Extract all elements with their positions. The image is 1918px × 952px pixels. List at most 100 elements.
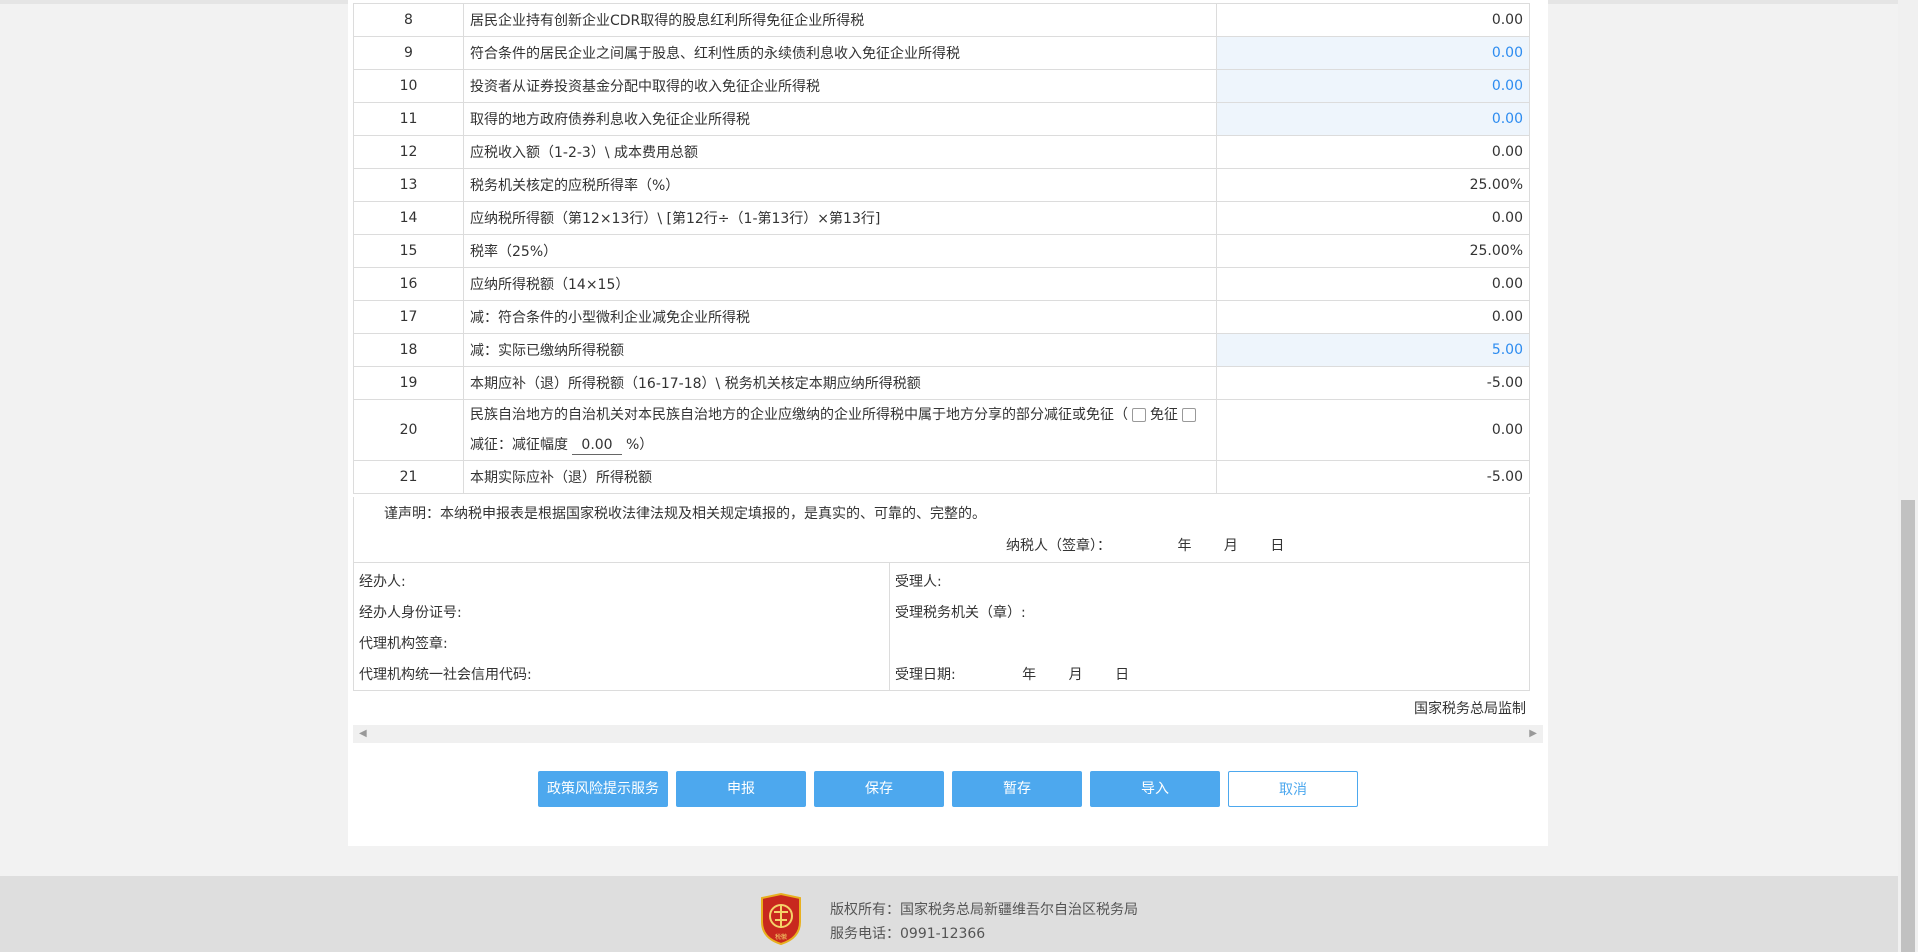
tax-office-label: 受理税务机关（章）: (895, 605, 1026, 621)
reduce-rate-label: 减征：减征幅度 (470, 437, 568, 453)
signature-block: 经办人: 经办人身份证号: 代理机构签章: 代理机构统一社会信用代码: 受理人:… (353, 562, 1530, 691)
row-item: 本期应补（退）所得税额（16-17-18）\ 税务机关核定本期应纳所得税额 (463, 366, 1217, 400)
table-row: 9 符合条件的居民企业之间属于股息、红利性质的永续债利息收入免征企业所得税 0.00 (353, 36, 1530, 70)
row-value: 0.00 (1216, 201, 1530, 235)
table-row: 18 减：实际已缴纳所得税额 5.00 (353, 333, 1530, 367)
row-number: 10 (353, 69, 464, 103)
emblem-text: 税徽 (775, 933, 787, 941)
accept-year: 年 (1022, 667, 1037, 683)
reduce-rate-suffix: %） (626, 437, 654, 453)
row-item: 减：符合条件的小型微利企业减免企业所得税 (463, 300, 1217, 334)
service-phone: 服务电话：0991-12366 (830, 926, 986, 942)
table-row: 13 税务机关核定的应税所得率（%） 25.00% (353, 168, 1530, 202)
row-value: 25.00% (1216, 234, 1530, 268)
accept-date-label: 受理日期: (895, 667, 956, 683)
scroll-left-icon[interactable]: ◀ (359, 728, 367, 739)
taxpayer-sign-label: 纳税人（签章）： (1006, 538, 1111, 554)
agency-code-label: 代理机构统一社会信用代码: (359, 667, 532, 683)
declare-button[interactable]: 申报 (676, 771, 806, 807)
agency-seal-label: 代理机构签章: (359, 636, 448, 652)
temp-save-button[interactable]: 暂存 (952, 771, 1082, 807)
scroll-right-icon[interactable]: ▶ (1529, 728, 1537, 739)
copyright-text: 版权所有：国家税务总局新疆维吾尔自治区税务局 (830, 902, 1138, 918)
exempt-checkbox[interactable] (1182, 408, 1196, 422)
import-button[interactable]: 导入 (1090, 771, 1220, 807)
handler-id-label: 经办人身份证号: (359, 605, 462, 621)
row-item: 居民企业持有创新企业CDR取得的股息红利所得免征企业所得税 (463, 3, 1217, 37)
taxpayer-sign-line: 纳税人（签章）： 年 月 日 (1006, 535, 1312, 555)
row-number: 15 (353, 234, 464, 268)
row-number: 11 (353, 102, 464, 136)
receiver-column: 受理人: 受理税务机关（章）: 受理日期: 年 月 日 (890, 563, 1530, 690)
row-number: 8 (353, 3, 464, 37)
row-value[interactable]: 0.00 (1216, 102, 1530, 136)
row-item: 民族自治地方的自治机关对本民族自治地方的企业应缴纳的企业所得税中属于地方分享的部… (463, 399, 1217, 461)
row-number: 13 (353, 168, 464, 202)
sign-month: 月 (1223, 538, 1238, 554)
footer-text: 版权所有：国家税务总局新疆维吾尔自治区税务局 服务电话：0991-12366 (830, 898, 1138, 946)
table-row-20: 20 民族自治地方的自治机关对本民族自治地方的企业应缴纳的企业所得税中属于地方分… (353, 399, 1530, 461)
row-item: 税务机关核定的应税所得率（%） (463, 168, 1217, 202)
sign-day: 日 (1270, 538, 1285, 554)
row-item: 应税收入额（1-2-3）\ 成本费用总额 (463, 135, 1217, 169)
table-row: 15 税率（25%） 25.00% (353, 234, 1530, 268)
horizontal-scrollbar[interactable]: ◀ ▶ (353, 725, 1543, 743)
row-value: 0.00 (1216, 3, 1530, 37)
cancel-button[interactable]: 取消 (1228, 771, 1358, 807)
row-value: -5.00 (1216, 366, 1530, 400)
accept-month: 月 (1068, 667, 1083, 683)
supervision-note: 国家税务总局监制 (1414, 701, 1526, 717)
accept-day: 日 (1115, 667, 1130, 683)
table-row: 12 应税收入额（1-2-3）\ 成本费用总额 0.00 (353, 135, 1530, 169)
table-row: 8 居民企业持有创新企业CDR取得的股息红利所得免征企业所得税 0.00 (353, 3, 1530, 37)
row-value: 0.00 (1216, 399, 1530, 461)
reduce-checkbox[interactable] (1132, 408, 1146, 422)
vertical-scrollbar[interactable] (1898, 0, 1918, 952)
row-number: 12 (353, 135, 464, 169)
scroll-thumb[interactable] (1901, 500, 1915, 952)
table-row-21: 21 本期实际应补（退）所得税额 -5.00 (353, 460, 1530, 494)
row-item: 投资者从证券投资基金分配中取得的收入免征企业所得税 (463, 69, 1217, 103)
declaration-text: 谨声明：本纳税申报表是根据国家税收法律法规及相关规定填报的，是真实的、可靠的、完… (384, 506, 986, 522)
sign-year: 年 (1177, 538, 1192, 554)
handler-label: 经办人: (359, 574, 406, 590)
row-value[interactable]: 0.00 (1216, 69, 1530, 103)
row-item: 应纳所得税额（14×15） (463, 267, 1217, 301)
row-item: 税率（25%） (463, 234, 1217, 268)
table-row: 19 本期应补（退）所得税额（16-17-18）\ 税务机关核定本期应纳所得税额 -… (353, 366, 1530, 400)
table-row: 10 投资者从证券投资基金分配中取得的收入免征企业所得税 0.00 (353, 69, 1530, 103)
row-number: 16 (353, 267, 464, 301)
row-value: 25.00% (1216, 168, 1530, 202)
table-row: 14 应纳税所得额（第12×13行）\ [第12行÷（1-第13行）×第13行] 0… (353, 201, 1530, 235)
table-row: 16 应纳所得税额（14×15） 0.00 (353, 267, 1530, 301)
reduce-rate-input[interactable]: 0.00 (572, 436, 622, 455)
row-item: 取得的地方政府债券利息收入免征企业所得税 (463, 102, 1217, 136)
row-number: 18 (353, 333, 464, 367)
table-row: 11 取得的地方政府债券利息收入免征企业所得税 0.00 (353, 102, 1530, 136)
table-row: 17 减：符合条件的小型微利企业减免企业所得税 0.00 (353, 300, 1530, 334)
save-button[interactable]: 保存 (814, 771, 944, 807)
row-value[interactable]: 5.00 (1216, 333, 1530, 367)
exempt-label: 免征 (1150, 407, 1178, 423)
row-number: 14 (353, 201, 464, 235)
declaration-block: 谨声明：本纳税申报表是根据国家税收法律法规及相关规定填报的，是真实的、可靠的、完… (353, 497, 1530, 562)
row-item: 减：实际已缴纳所得税额 (463, 333, 1217, 367)
page-footer: 税徽 版权所有：国家税务总局新疆维吾尔自治区税务局 服务电话：0991-1236… (0, 876, 1898, 952)
tax-emblem-icon: 税徽 (761, 892, 801, 946)
tax-form-panel: 8 居民企业持有创新企业CDR取得的股息红利所得免征企业所得税 0.00 9 符合条件的… (348, 0, 1548, 846)
accept-date-line: 受理日期: 年 月 日 (895, 664, 1129, 684)
row-value: -5.00 (1216, 460, 1530, 494)
receiver-label: 受理人: (895, 574, 942, 590)
agent-column: 经办人: 经办人身份证号: 代理机构签章: 代理机构统一社会信用代码: (354, 563, 890, 690)
row-number: 19 (353, 366, 464, 400)
row-item: 应纳税所得额（第12×13行）\ [第12行÷（1-第13行）×第13行] (463, 201, 1217, 235)
policy-risk-button[interactable]: 政策风险提示服务 (538, 771, 668, 807)
row-value: 0.00 (1216, 300, 1530, 334)
tax-form-table: 8 居民企业持有创新企业CDR取得的股息红利所得免征企业所得税 0.00 9 符合条件的… (353, 3, 1530, 494)
row-item: 符合条件的居民企业之间属于股息、红利性质的永续债利息收入免征企业所得税 (463, 36, 1217, 70)
row20-line1: 民族自治地方的自治机关对本民族自治地方的企业应缴纳的企业所得税中属于地方分享的部… (470, 407, 1128, 423)
row-number: 21 (353, 460, 464, 494)
row-number: 17 (353, 300, 464, 334)
row-value[interactable]: 0.00 (1216, 36, 1530, 70)
row-number: 9 (353, 36, 464, 70)
